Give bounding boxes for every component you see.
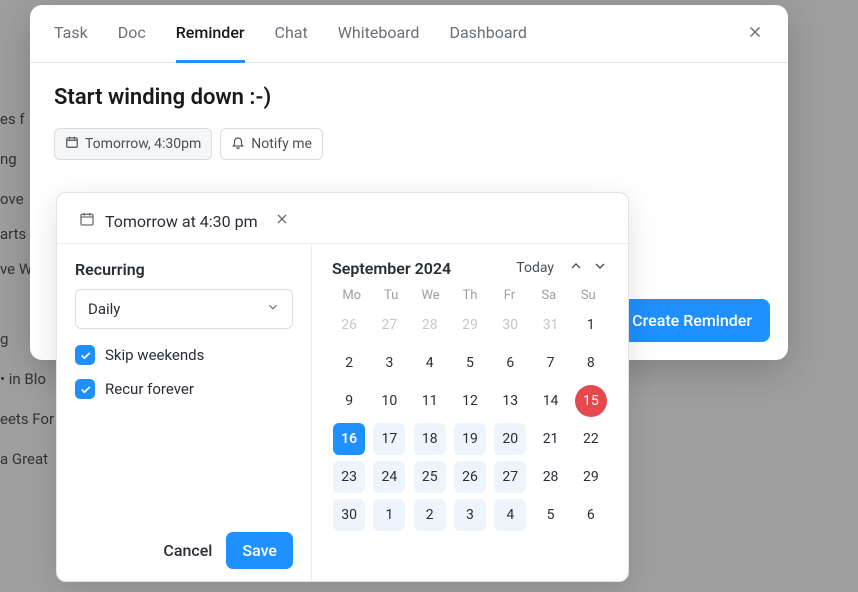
tab-reminder[interactable]: Reminder — [176, 5, 245, 63]
calendar-day[interactable]: 3 — [454, 499, 486, 531]
calendar-dow: We — [411, 288, 450, 303]
calendar-day[interactable]: 17 — [373, 423, 405, 455]
calendar-day[interactable]: 14 — [535, 385, 567, 417]
background-text: • in Blo — [0, 370, 46, 388]
calendar-day[interactable]: 9 — [333, 385, 365, 417]
calendar-day[interactable]: 28 — [535, 461, 567, 493]
tab-task[interactable]: Task — [54, 5, 88, 62]
calendar-day[interactable]: 19 — [454, 423, 486, 455]
calendar-day[interactable]: 28 — [414, 309, 446, 341]
calendar-day[interactable]: 15 — [575, 385, 607, 417]
calendar-day[interactable]: 20 — [494, 423, 526, 455]
calendar-day[interactable]: 26 — [333, 309, 365, 341]
calendar-day[interactable]: 16 — [333, 423, 365, 455]
calendar-day[interactable]: 13 — [494, 385, 526, 417]
calendar-dow: Mo — [332, 288, 371, 303]
calendar-day[interactable]: 6 — [494, 347, 526, 379]
save-button[interactable]: Save — [226, 532, 293, 569]
calendar-icon — [79, 211, 95, 231]
notify-chip-label: Notify me — [251, 136, 312, 152]
tab-doc[interactable]: Doc — [118, 5, 146, 62]
calendar-pane: September 2024 Today MoTuWeThFrSaSu 2627… — [312, 244, 628, 581]
calendar-day[interactable]: 6 — [575, 499, 607, 531]
calendar-day[interactable]: 1 — [373, 499, 405, 531]
background-text: a Great — [0, 450, 48, 468]
notify-chip[interactable]: Notify me — [220, 128, 323, 160]
checkbox-checked-icon — [75, 379, 95, 399]
calendar-dow: Th — [450, 288, 489, 303]
calendar-prev-button[interactable] — [568, 258, 584, 278]
datetime-popover: Tomorrow at 4:30 pm Recurring Daily Skip… — [56, 192, 629, 582]
calendar-day[interactable]: 22 — [575, 423, 607, 455]
recur-forever-checkbox[interactable]: Recur forever — [75, 379, 293, 399]
calendar-today-button[interactable]: Today — [516, 260, 554, 276]
calendar-day[interactable]: 5 — [535, 499, 567, 531]
background-text: ve W — [0, 260, 32, 278]
calendar-day[interactable]: 8 — [575, 347, 607, 379]
background-text: eets For — [0, 410, 54, 428]
popover-header: Tomorrow at 4:30 pm — [57, 193, 628, 243]
recurring-label: Recurring — [75, 260, 293, 279]
background-text: ove — [0, 190, 24, 208]
datetime-chip-label: Tomorrow, 4:30pm — [85, 136, 201, 152]
calendar-next-button[interactable] — [592, 258, 608, 278]
datetime-chip[interactable]: Tomorrow, 4:30pm — [54, 128, 212, 160]
calendar-icon — [65, 135, 79, 153]
calendar-day[interactable]: 30 — [494, 309, 526, 341]
modal-tabs: Task Doc Reminder Chat Whiteboard Dashboard — [30, 5, 788, 63]
calendar-day[interactable]: 29 — [575, 461, 607, 493]
tab-dashboard[interactable]: Dashboard — [449, 5, 526, 62]
recurring-select-value: Daily — [88, 300, 120, 318]
calendar-dow: Tu — [371, 288, 410, 303]
recurring-select[interactable]: Daily — [75, 289, 293, 329]
tab-chat[interactable]: Chat — [275, 5, 308, 62]
calendar-day[interactable]: 4 — [494, 499, 526, 531]
background-text: ng — [0, 150, 17, 168]
background-text: arts — [0, 225, 26, 243]
calendar-month-label: September 2024 — [332, 259, 451, 278]
calendar-day[interactable]: 24 — [373, 461, 405, 493]
background-text: g — [0, 330, 8, 348]
checkbox-checked-icon — [75, 345, 95, 365]
skip-weekends-label: Skip weekends — [105, 346, 204, 364]
calendar-day[interactable]: 2 — [333, 347, 365, 379]
calendar-day[interactable]: 27 — [494, 461, 526, 493]
chevron-down-icon — [266, 300, 280, 318]
calendar-day[interactable]: 25 — [414, 461, 446, 493]
popover-datetime-text: Tomorrow at 4:30 pm — [105, 212, 258, 231]
calendar-day[interactable]: 27 — [373, 309, 405, 341]
calendar-day[interactable]: 11 — [414, 385, 446, 417]
close-icon[interactable] — [746, 23, 764, 45]
calendar-day[interactable]: 12 — [454, 385, 486, 417]
background-text: es f — [0, 110, 25, 128]
reminder-title[interactable]: Start winding down :-) — [54, 85, 764, 110]
create-reminder-button[interactable]: Create Reminder — [614, 299, 770, 342]
skip-weekends-checkbox[interactable]: Skip weekends — [75, 345, 293, 365]
bell-icon — [231, 135, 245, 153]
calendar-day[interactable]: 3 — [373, 347, 405, 379]
calendar-day[interactable]: 29 — [454, 309, 486, 341]
calendar-day[interactable]: 5 — [454, 347, 486, 379]
calendar-day[interactable]: 1 — [575, 309, 607, 341]
calendar-dow: Sa — [529, 288, 568, 303]
calendar-day[interactable]: 26 — [454, 461, 486, 493]
calendar-day[interactable]: 18 — [414, 423, 446, 455]
calendar-day[interactable]: 7 — [535, 347, 567, 379]
clear-datetime-icon[interactable] — [274, 211, 290, 231]
calendar-day[interactable]: 30 — [333, 499, 365, 531]
cancel-button[interactable]: Cancel — [163, 541, 212, 560]
recurring-pane: Recurring Daily Skip weekends Recur fore… — [57, 244, 312, 581]
calendar-day[interactable]: 2 — [414, 499, 446, 531]
calendar-day[interactable]: 31 — [535, 309, 567, 341]
calendar-dow: Su — [569, 288, 608, 303]
calendar-day[interactable]: 21 — [535, 423, 567, 455]
calendar-day[interactable]: 23 — [333, 461, 365, 493]
calendar-day[interactable]: 10 — [373, 385, 405, 417]
calendar-day[interactable]: 4 — [414, 347, 446, 379]
calendar-dow: Fr — [490, 288, 529, 303]
tab-whiteboard[interactable]: Whiteboard — [338, 5, 420, 62]
recur-forever-label: Recur forever — [105, 380, 194, 398]
